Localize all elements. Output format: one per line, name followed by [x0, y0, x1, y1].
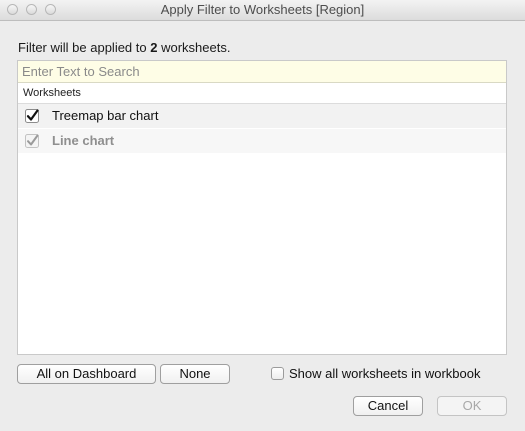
checkbox-checked-icon[interactable] — [25, 109, 39, 123]
worksheet-list-panel: Worksheets Treemap bar chart Line chart — [17, 60, 507, 355]
worksheet-label: Treemap bar chart — [52, 108, 159, 123]
apply-filter-dialog: Apply Filter to Worksheets [Region] Filt… — [0, 0, 525, 431]
worksheet-row-line-chart: Line chart — [18, 129, 506, 153]
none-button[interactable]: None — [160, 364, 230, 384]
ok-button[interactable]: OK — [437, 396, 507, 416]
search-input[interactable] — [18, 61, 506, 83]
worksheet-label: Line chart — [52, 133, 115, 148]
show-all-label[interactable]: Show all worksheets in workbook — [289, 366, 480, 381]
worksheets-column-header[interactable]: Worksheets — [18, 83, 506, 104]
info-prefix: Filter will be applied to — [18, 40, 151, 55]
checkbox-checked-disabled-icon — [25, 134, 39, 148]
worksheet-row-treemap[interactable]: Treemap bar chart — [18, 104, 506, 128]
cancel-button[interactable]: Cancel — [353, 396, 423, 416]
title-bar: Apply Filter to Worksheets [Region] — [0, 0, 525, 21]
filter-info-text: Filter will be applied to 2 worksheets. — [18, 40, 230, 55]
window-title: Apply Filter to Worksheets [Region] — [160, 2, 365, 17]
info-suffix: worksheets. — [157, 40, 231, 55]
all-on-dashboard-button[interactable]: All on Dashboard — [17, 364, 156, 384]
checkbox-unchecked-icon[interactable] — [271, 367, 284, 380]
